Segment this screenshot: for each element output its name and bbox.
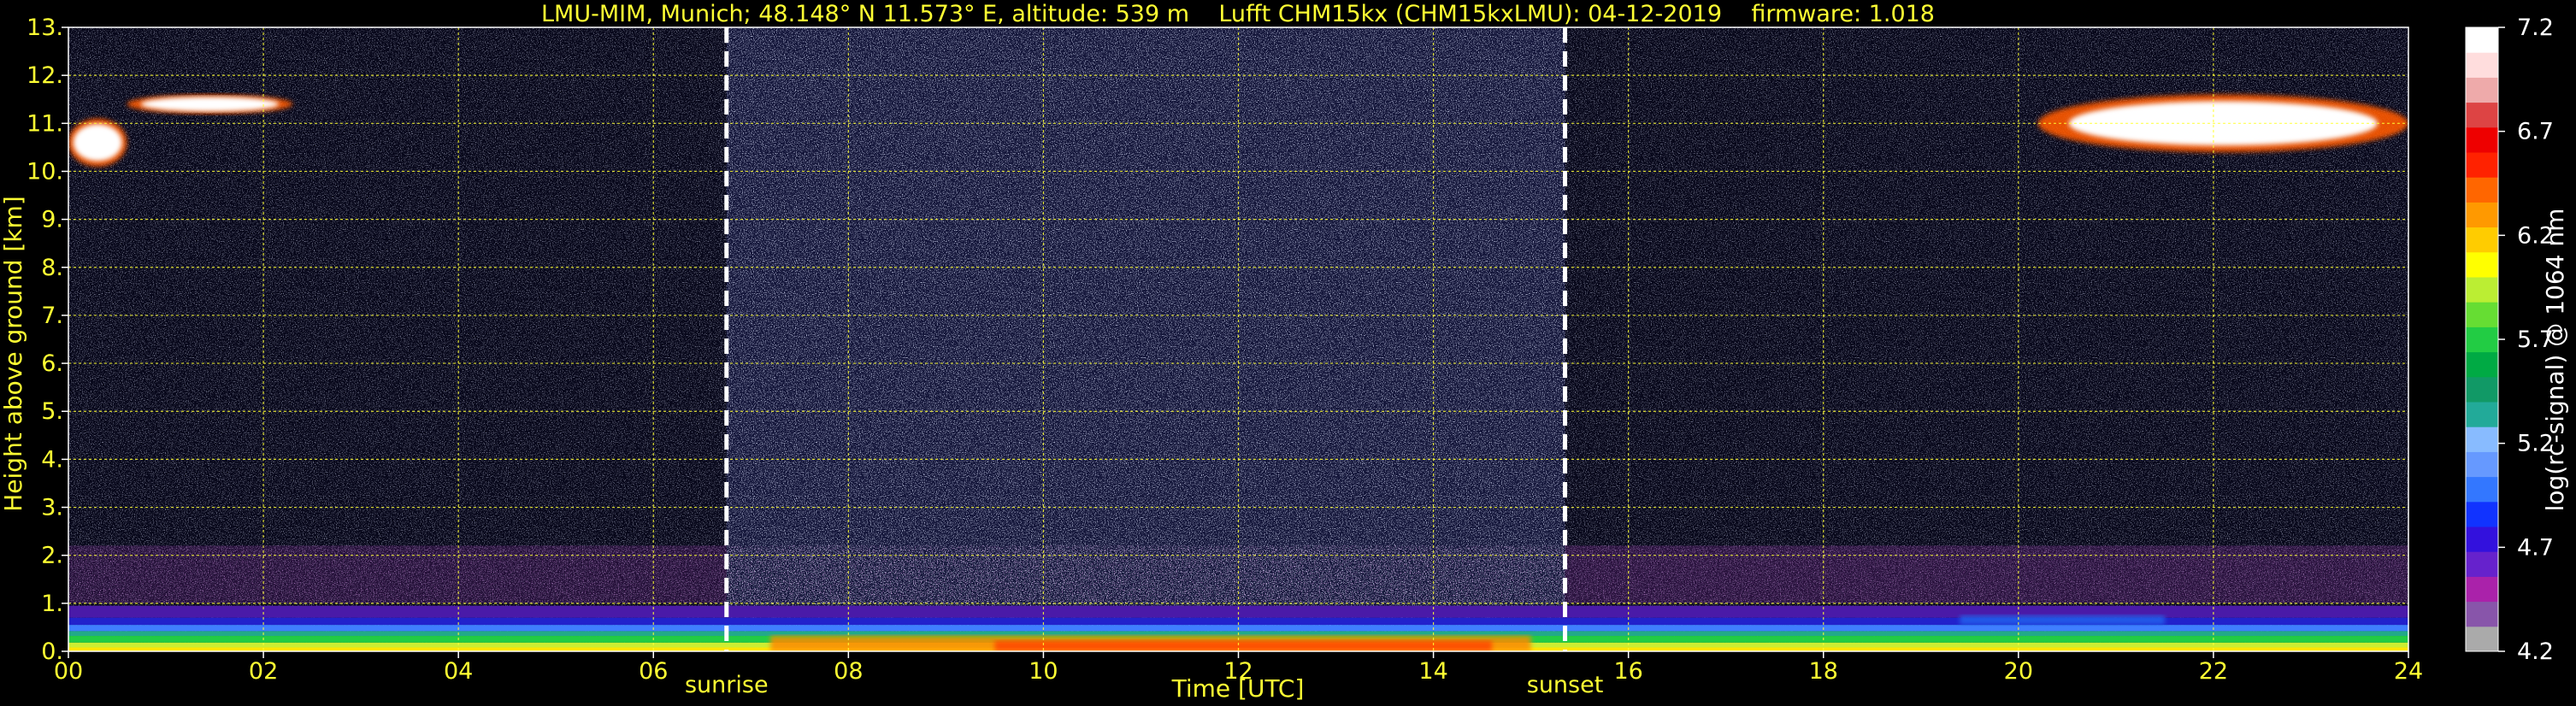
colorbar-segment <box>2466 152 2498 178</box>
y-tick-label: 0. <box>41 638 63 665</box>
y-tick-label: 6. <box>41 350 63 377</box>
colorbar-segment <box>2466 376 2498 403</box>
colorbar-tick-label: 4.2 <box>2517 638 2554 665</box>
y-tick-label: 5. <box>41 398 63 425</box>
x-axis-label: Time [UTC] <box>1171 674 1305 703</box>
colorbar-segment <box>2466 626 2498 652</box>
y-tick-label: 8. <box>41 255 63 281</box>
colorbar-segment <box>2466 251 2498 278</box>
colorbar-segment <box>2466 27 2498 53</box>
cirrus-cloud <box>68 118 127 167</box>
sunset-label: sunset <box>1527 672 1604 698</box>
colorbar-segment <box>2466 77 2498 103</box>
y-tick-label: 7. <box>41 303 63 329</box>
x-tick-label: 16 <box>1613 658 1642 685</box>
sunrise-label: sunrise <box>685 672 769 698</box>
chart-title: LMU-MIM, Munich; 48.148° N 11.573° E, al… <box>541 1 1935 27</box>
colorbar-segment <box>2466 476 2498 503</box>
colorbar-segment <box>2466 126 2498 153</box>
y-tick-label: 12. <box>27 62 63 89</box>
x-tick-label: 14 <box>1418 658 1447 685</box>
cloud-core <box>73 124 122 162</box>
y-tick-label: 9. <box>41 207 63 233</box>
y-tick-label: 2. <box>41 543 63 569</box>
colorbar-segment <box>2466 102 2498 128</box>
x-tick-label: 06 <box>639 658 668 685</box>
colorbar-segment <box>2466 451 2498 478</box>
aerosol-layer-night-evening <box>1565 545 2408 603</box>
colorbar-segment <box>2466 302 2498 327</box>
cloud-core <box>140 97 280 112</box>
colorbar-segment <box>2466 202 2498 228</box>
y-tick-label: 1. <box>41 591 63 617</box>
colorbar-segment <box>2466 52 2498 78</box>
y-tick-label: 10. <box>27 158 63 185</box>
colorbar-tick-label: 7.2 <box>2517 15 2554 41</box>
colorbar-segment <box>2466 177 2498 203</box>
colorbar-segment <box>2466 601 2498 627</box>
ceilometer-figure: sunrise sunset 00 02 04 06 08 10 12 14 16 18 20 22 24… <box>0 0 2576 706</box>
cirrus-cloud <box>127 94 293 115</box>
aerosol-layer-night-morning <box>68 545 727 603</box>
x-tick-label: 22 <box>2199 658 2228 685</box>
colorbar-label: log(rc-signal) @ 1064 nm <box>2541 209 2569 512</box>
x-tick-label: 08 <box>834 658 863 685</box>
colorbar-segment <box>2466 501 2498 527</box>
x-tick-label: 20 <box>2004 658 2033 685</box>
y-tick-label: 11. <box>27 110 63 137</box>
colorbar-tick-label: 4.7 <box>2517 534 2554 561</box>
colorbar-segment <box>2466 277 2498 303</box>
colorbar-segment <box>2466 551 2498 577</box>
colorbar-segment <box>2466 427 2498 452</box>
colorbar-segment <box>2466 351 2498 378</box>
y-tick-label: 4. <box>41 446 63 473</box>
x-tick-label: 04 <box>444 658 473 685</box>
surface-heating-red <box>994 640 1493 651</box>
colorbar-segment <box>2466 327 2498 353</box>
colorbar-segment <box>2466 227 2498 253</box>
evening-residual-layer <box>1960 615 2165 626</box>
x-tick-label: 02 <box>249 658 278 685</box>
colorbar-segment <box>2466 527 2498 552</box>
x-tick-label: 18 <box>1809 658 1838 685</box>
x-tick-label: 10 <box>1029 658 1058 685</box>
colorbar-segment <box>2466 576 2498 603</box>
y-tick-label: 3. <box>41 495 63 521</box>
x-tick-label: 24 <box>2394 658 2423 685</box>
y-tick-label: 13. <box>27 15 63 41</box>
y-axis-label: Height above ground [km] <box>0 196 27 512</box>
colorbar-segment <box>2466 402 2498 427</box>
colorbar-tick-label: 6.7 <box>2517 119 2554 145</box>
